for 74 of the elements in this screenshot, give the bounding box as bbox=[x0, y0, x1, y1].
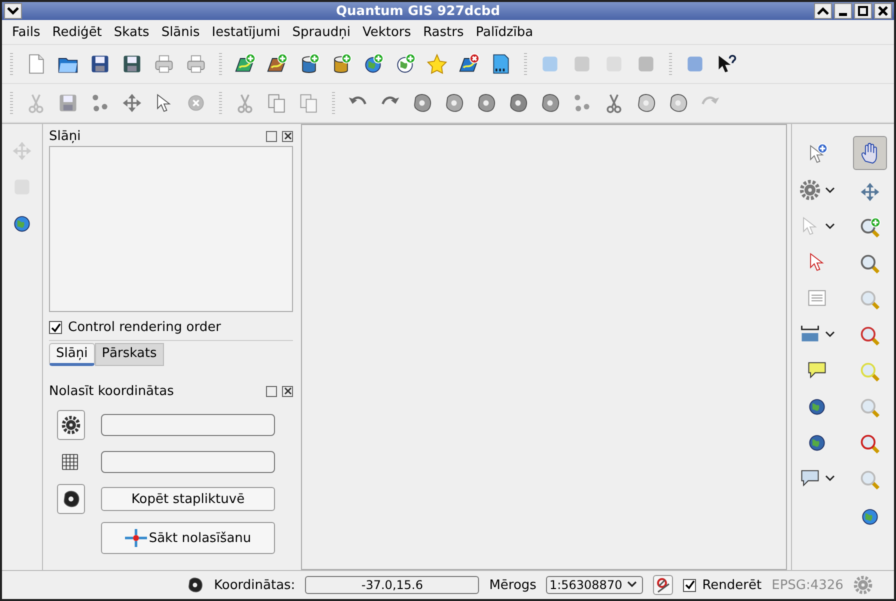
caret-icon[interactable] bbox=[824, 331, 834, 337]
menu-item[interactable]: Iestatījumi bbox=[206, 24, 286, 40]
shade-icon[interactable] bbox=[814, 3, 832, 19]
menu-item[interactable]: Vektors bbox=[356, 24, 418, 40]
float-icon[interactable] bbox=[266, 386, 277, 396]
zoom-in-icon[interactable] bbox=[858, 217, 880, 239]
coordinate-field[interactable] bbox=[101, 414, 275, 436]
remove-layer-icon[interactable] bbox=[458, 53, 480, 75]
crosshair-icon bbox=[124, 529, 147, 547]
add-web-layer-icon[interactable] bbox=[362, 53, 384, 75]
close-icon[interactable] bbox=[874, 3, 892, 19]
star-layer-icon[interactable] bbox=[426, 53, 448, 75]
menu-item[interactable]: Spraudņi bbox=[286, 24, 356, 40]
menu-item[interactable]: Slānis bbox=[155, 24, 206, 40]
checkbox[interactable] bbox=[683, 578, 696, 592]
window-title: Quantum GIS 927dcbd bbox=[334, 4, 502, 18]
table-icon[interactable] bbox=[806, 287, 828, 309]
tab[interactable]: Slāņi bbox=[49, 343, 95, 366]
float-icon[interactable] bbox=[266, 130, 277, 142]
coordinate-field[interactable] bbox=[101, 451, 275, 473]
menu-item[interactable]: Fails bbox=[6, 24, 46, 40]
move-icon[interactable] bbox=[121, 92, 143, 114]
zoom-last-icon[interactable] bbox=[858, 433, 880, 455]
menu-item[interactable]: Rastrs bbox=[417, 24, 470, 40]
text-bubble-icon[interactable] bbox=[798, 467, 820, 489]
shape-icon[interactable] bbox=[411, 92, 433, 114]
caret-icon[interactable] bbox=[824, 475, 834, 481]
save-as-icon[interactable] bbox=[121, 53, 143, 75]
shape-icon[interactable] bbox=[667, 92, 689, 114]
close-icon[interactable] bbox=[282, 130, 293, 142]
menu-item[interactable]: Palīdzība bbox=[470, 24, 540, 40]
menu-item[interactable]: Skats bbox=[108, 24, 156, 40]
mouse-button[interactable] bbox=[57, 484, 85, 514]
checkbox-label: Renderēt bbox=[702, 578, 762, 592]
speech-bubble-icon[interactable] bbox=[806, 359, 828, 381]
maximize-icon[interactable] bbox=[854, 3, 872, 19]
shape-icon[interactable] bbox=[507, 92, 529, 114]
add-vector-layer-icon[interactable] bbox=[234, 53, 256, 75]
copy-button[interactable]: Kopēt stapliktuvē bbox=[101, 487, 275, 511]
shape-icon[interactable] bbox=[539, 92, 561, 114]
crs-button[interactable] bbox=[57, 410, 85, 440]
start-button[interactable]: Sākt nolasīšanu bbox=[101, 522, 275, 554]
caret-icon[interactable] bbox=[824, 187, 834, 193]
caret-icon[interactable] bbox=[824, 223, 834, 229]
tab[interactable]: Pārskats bbox=[94, 343, 164, 366]
zoom-out-icon[interactable] bbox=[858, 253, 880, 275]
shape-icon[interactable] bbox=[443, 92, 465, 114]
coordinates-label: Koordinātas: bbox=[214, 578, 296, 592]
copy-icon[interactable] bbox=[266, 92, 288, 114]
zoom-icon[interactable] bbox=[858, 325, 880, 347]
scale-label: Mērogs bbox=[489, 578, 536, 592]
help-icon[interactable] bbox=[716, 53, 738, 75]
panel-title: Slāņi bbox=[49, 128, 81, 144]
grid-icon bbox=[60, 452, 80, 472]
printer-icon[interactable] bbox=[185, 53, 207, 75]
coordinates-field[interactable]: -37.0,15.6 bbox=[305, 576, 480, 594]
stop-render-button[interactable] bbox=[653, 575, 674, 595]
shape-icon[interactable] bbox=[635, 92, 657, 114]
add-web-layer-icon[interactable] bbox=[394, 53, 416, 75]
paste-icon[interactable] bbox=[298, 92, 320, 114]
minimize-icon[interactable] bbox=[834, 3, 852, 19]
menu-item[interactable]: Rediģēt bbox=[46, 24, 108, 40]
pan-button[interactable] bbox=[852, 136, 886, 170]
checkbox-label: Control rendering order bbox=[68, 320, 221, 335]
gear-icon[interactable] bbox=[798, 179, 820, 201]
add-raster-layer-icon[interactable] bbox=[266, 53, 288, 75]
shape-icon[interactable] bbox=[475, 92, 497, 114]
new-layer-icon[interactable] bbox=[490, 53, 512, 75]
save-icon[interactable] bbox=[89, 53, 111, 75]
close-icon[interactable] bbox=[282, 386, 293, 396]
panel-title: Nolasīt koordinātas bbox=[49, 384, 174, 398]
scale-combo[interactable]: 1:56308870 bbox=[546, 576, 644, 594]
checkbox[interactable] bbox=[49, 321, 62, 334]
menu-caret-icon[interactable] bbox=[4, 3, 22, 19]
